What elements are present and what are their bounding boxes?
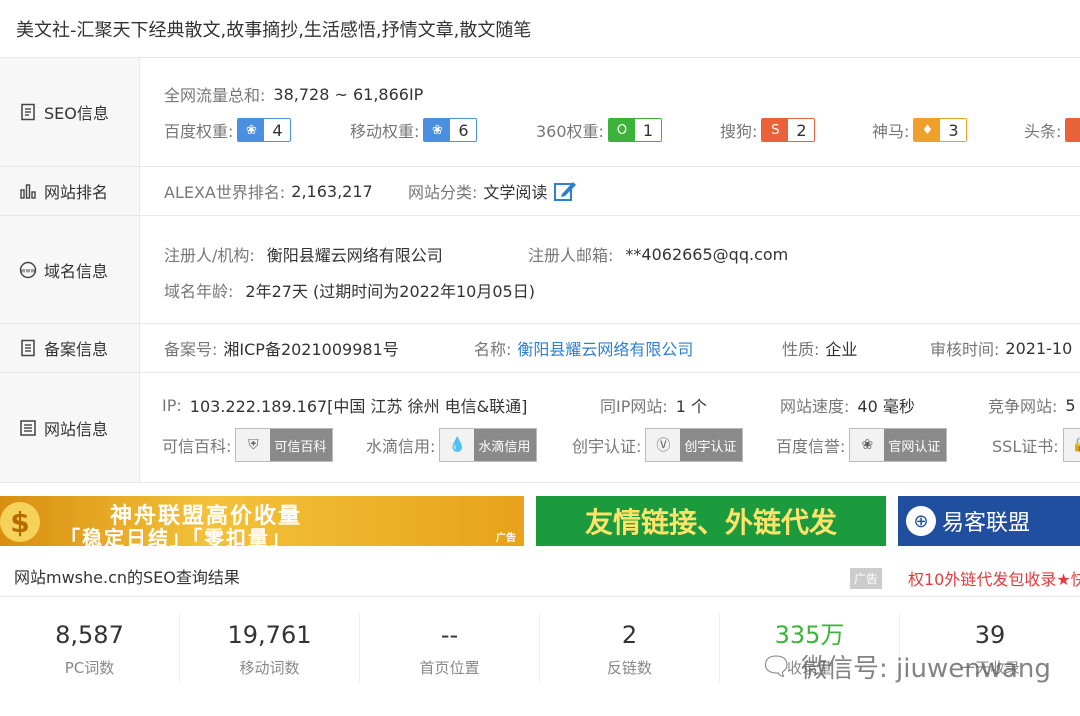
stat-backlinks[interactable]: 2 反链数 bbox=[540, 613, 720, 683]
registrant-value: 衡阳县耀云网络有限公司 bbox=[266, 246, 443, 265]
water-drop-icon: 💧 bbox=[440, 429, 475, 461]
edit-icon[interactable] bbox=[553, 179, 577, 203]
traffic-key: 全网流量总和: bbox=[164, 86, 266, 105]
domain-label: www 域名信息 bbox=[0, 216, 140, 323]
cert-shuidi[interactable]: 水滴信用: 💧 水滴信用 bbox=[366, 428, 538, 462]
stat-homepage-position[interactable]: -- 首页位置 bbox=[360, 613, 540, 683]
icp-type-key: 性质: bbox=[782, 340, 820, 359]
category-value: 文学阅读 bbox=[483, 183, 548, 202]
icp-no-value: 湘ICP备2021009981号 bbox=[223, 340, 399, 359]
age-key: 域名年龄: bbox=[164, 282, 234, 301]
paw-icon: ❀ bbox=[850, 429, 885, 461]
email-value: **4062665@qq.com bbox=[625, 244, 789, 264]
rank-baidu[interactable]: 百度权重: ❀ 4 bbox=[164, 118, 292, 142]
paw-icon: ❀ bbox=[424, 119, 451, 141]
stat-pc-words[interactable]: 8,587 PC词数 bbox=[0, 613, 180, 683]
rank-360[interactable]: 360权重: O1 bbox=[536, 118, 662, 142]
banner-friend-links[interactable]: 友情链接、外链代发 bbox=[536, 496, 886, 546]
rank-mobile[interactable]: 移动权重: ❀ 6 bbox=[350, 118, 478, 142]
category-key: 网站分类: bbox=[408, 183, 478, 202]
icp-name-key: 名称: bbox=[474, 340, 512, 359]
cert-chuangyu[interactable]: 创宇认证: Ⓥ 创宇认证 bbox=[572, 428, 744, 462]
registrant-key: 注册人/机构: bbox=[164, 246, 255, 265]
360-icon: O bbox=[608, 119, 635, 141]
speed-key: 网站速度: bbox=[780, 397, 850, 416]
compete-value[interactable]: 5 bbox=[1065, 396, 1075, 415]
document-icon bbox=[18, 102, 38, 122]
banner-yike[interactable]: ⊕ 易客联盟 bbox=[898, 496, 1080, 546]
ip-key: IP: bbox=[162, 395, 182, 415]
ranking-row: 网站排名 ALEXA世界排名: 2,163,217 网站分类: 文学阅读 bbox=[0, 167, 1080, 216]
sogou-icon: S bbox=[762, 119, 789, 141]
icp-no-key: 备案号: bbox=[164, 340, 218, 359]
site-info-panel: SEO信息 全网流量总和: 38,728 ~ 61,866IP 百度权重: ❀ 4… bbox=[0, 58, 1080, 483]
rank-toutiao[interactable]: 头条: bbox=[1024, 118, 1080, 142]
lock-icon: 🔒 bbox=[1063, 429, 1080, 461]
icp-label: 备案信息 bbox=[0, 324, 140, 372]
icp-type-value: 企业 bbox=[825, 340, 858, 359]
shield-icon: ⛨ bbox=[236, 429, 271, 461]
ad-link[interactable]: 权10外链代发包收录★快 bbox=[908, 566, 1080, 590]
alexa-value: 2,163,217 bbox=[291, 181, 373, 201]
icp-row: 备案信息 备案号: 湘ICP备2021009981号 名称: 衡阳县耀云网络有限… bbox=[0, 324, 1080, 373]
ranking-label: 网站排名 bbox=[0, 167, 140, 215]
compete-key: 竞争网站: bbox=[988, 397, 1058, 416]
svg-text:www: www bbox=[21, 267, 36, 274]
shenma-icon: ♦ bbox=[914, 119, 941, 141]
seo-row: SEO信息 全网流量总和: 38,728 ~ 61,866IP 百度权重: ❀ 4… bbox=[0, 58, 1080, 167]
ad-tag: 广告 bbox=[850, 568, 883, 589]
coin-icon: $ bbox=[0, 502, 40, 542]
file-icon bbox=[18, 338, 38, 358]
alexa-key: ALEXA世界排名: bbox=[164, 183, 286, 202]
sameip-value[interactable]: 1 个 bbox=[676, 393, 707, 417]
rank-sogou[interactable]: 搜狗: S2 bbox=[720, 118, 816, 142]
speed-value: 40 毫秒 bbox=[857, 397, 915, 416]
sameip-key: 同IP网站: bbox=[600, 397, 668, 416]
toutiao-icon bbox=[1066, 119, 1080, 141]
cert-baidu[interactable]: 百度信誉: ❀ 官网认证 bbox=[776, 428, 948, 462]
site-label: 网站信息 bbox=[0, 373, 140, 482]
banner-shenzhou[interactable]: $ 神舟联盟高价收量 「稳定日结」「零扣量」 广告 bbox=[0, 496, 524, 546]
age-value: 2年27天 (过期时间为2022年10月05日) bbox=[245, 282, 535, 301]
icp-name-link[interactable]: 衡阳县耀云网络有限公司 bbox=[517, 336, 693, 360]
ad-banners: $ 神舟联盟高价收量 「稳定日结」「零扣量」 广告 友情链接、外链代发 ⊕ 易客… bbox=[0, 483, 1080, 555]
ip-value: 103.222.189.167[中国 江苏 徐州 电信&联通] bbox=[189, 397, 528, 416]
bar-chart-icon bbox=[18, 181, 38, 201]
v-badge-icon: Ⓥ bbox=[646, 429, 681, 461]
icp-date-value: 2021-10 bbox=[1005, 338, 1073, 358]
yike-logo-icon: ⊕ bbox=[906, 506, 936, 536]
globe-icon: www bbox=[18, 260, 38, 280]
result-header: 网站mwshe.cn的SEO查询结果 广告 权10外链代发包收录★快 bbox=[0, 555, 1080, 597]
traffic-value: 38,728 ~ 61,866IP bbox=[273, 84, 424, 104]
page-title: 美文社-汇聚天下经典散文,故事摘抄,生活感悟,抒情文章,散文随笔 bbox=[0, 0, 1080, 58]
wechat-watermark: 🗨 微信号: jiuwenwang bbox=[760, 651, 1051, 685]
rank-shenma[interactable]: 神马: ♦ 3 bbox=[872, 118, 968, 142]
cert-kexin[interactable]: 可信百科: ⛨ 可信百科 bbox=[162, 428, 334, 462]
list-icon bbox=[18, 418, 38, 438]
stat-mobile-words[interactable]: 19,761 移动词数 bbox=[180, 613, 360, 683]
site-row: 网站信息 IP: 103.222.189.167[中国 江苏 徐州 电信&联通]… bbox=[0, 373, 1080, 483]
icp-date-key: 审核时间: bbox=[930, 340, 1000, 359]
result-title: 网站mwshe.cn的SEO查询结果 bbox=[14, 567, 240, 587]
email-key: 注册人邮箱: bbox=[528, 246, 614, 265]
cert-ssl[interactable]: SSL证书: 🔒 bbox=[992, 428, 1080, 462]
domain-row: www 域名信息 注册人/机构: 衡阳县耀云网络有限公司 注册人邮箱: **40… bbox=[0, 216, 1080, 324]
seo-label: SEO信息 bbox=[0, 58, 140, 166]
paw-icon: ❀ bbox=[238, 119, 265, 141]
wechat-icon: 🗨 bbox=[760, 651, 794, 682]
